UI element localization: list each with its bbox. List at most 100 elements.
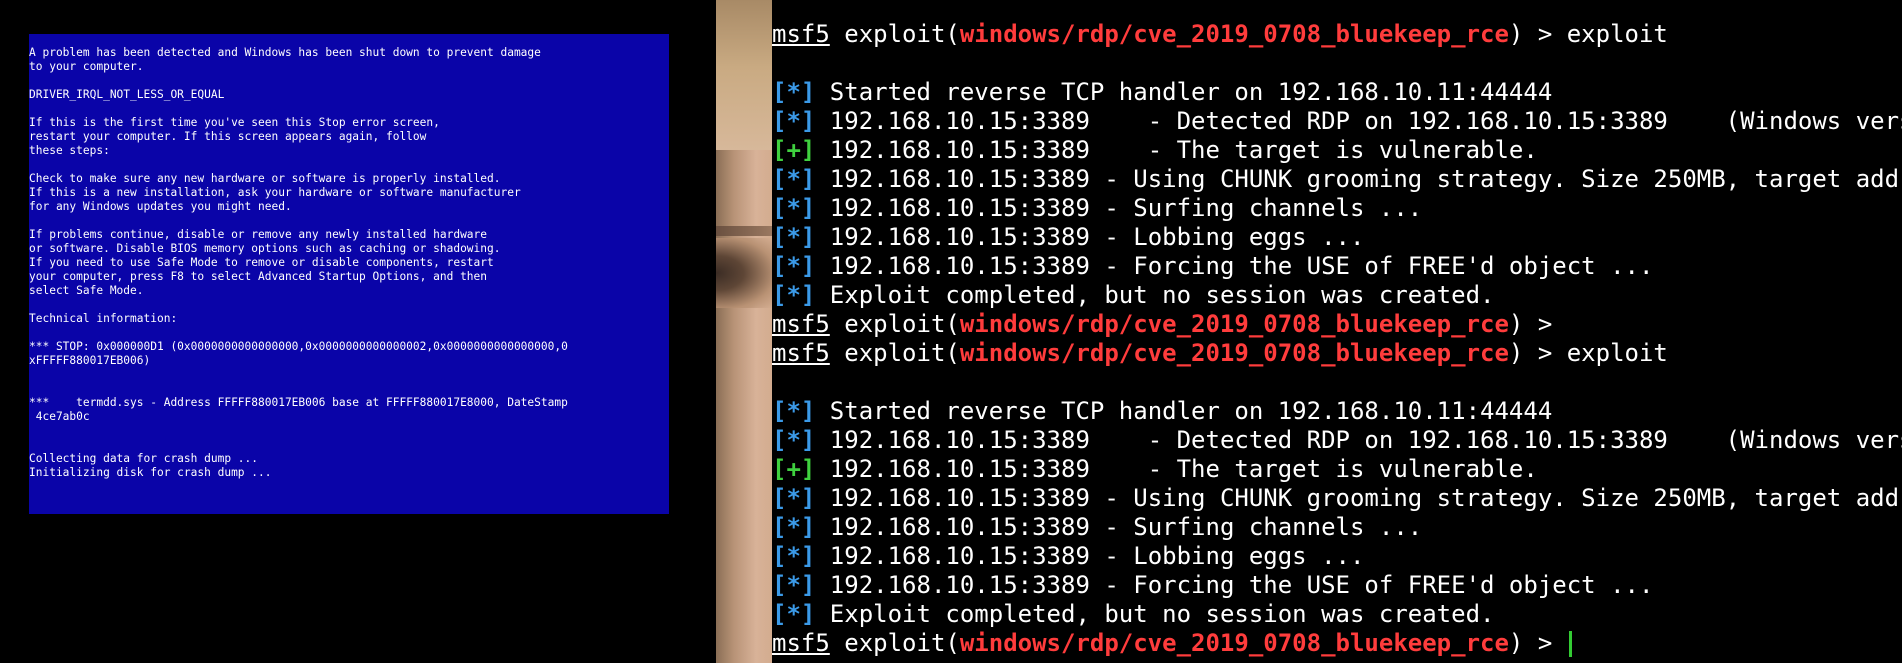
terminal-prompt-line: msf5 exploit(windows/rdp/cve_2019_0708_b… [772,20,1902,49]
message-text: 192.168.10.15:3389 - Forcing the USE of … [815,571,1654,599]
bsod-line [29,382,669,396]
bsod-line: restart your computer. If this screen ap… [29,130,427,143]
terminal-info-line: [*] Started reverse TCP handler on 192.1… [772,397,1902,426]
bsod-line [29,102,669,116]
terminal-success-line: [+] 192.168.10.15:3389 - The target is v… [772,136,1902,165]
status-tag: [*] [772,252,816,280]
status-tag: [*] [772,542,816,570]
message-text: 192.168.10.15:3389 - The target is vulne… [815,136,1538,164]
blue-screen-of-death: A problem has been detected and Windows … [29,34,669,514]
prompt-module: windows/rdp/cve_2019_0708_bluekeep_rce [959,629,1509,657]
terminal-prompt-line: msf5 exploit(windows/rdp/cve_2019_0708_b… [772,339,1902,368]
terminal-info-line: [*] Exploit completed, but no session wa… [772,281,1902,310]
status-tag: [*] [772,194,816,222]
eye-region [716,238,772,308]
message-text: 192.168.10.15:3389 - Lobbing eggs ... [815,223,1365,251]
bsod-line: your computer, press F8 to select Advanc… [29,270,488,283]
status-tag: [*] [772,107,816,135]
status-tag: [*] [772,600,816,628]
prompt-suffix: ) > [1508,310,1553,338]
prompt-suffix: ) > [1508,339,1553,367]
prompt-prefix: msf5 [772,20,830,48]
message-text: Exploit completed, but no session was cr… [815,600,1495,628]
terminal-success-line: [+] 192.168.10.15:3389 - The target is v… [772,455,1902,484]
message-text: 192.168.10.15:3389 - Lobbing eggs ... [815,542,1365,570]
terminal-prompt-line: msf5 exploit(windows/rdp/cve_2019_0708_b… [772,310,1902,339]
prompt-context: exploit( [829,339,960,367]
bsod-line: for any Windows updates you might need. [29,200,292,213]
message-text: Exploit completed, but no session was cr… [815,281,1495,309]
bsod-line: If you need to use Safe Mode to remove o… [29,256,494,269]
terminal-info-line: [*] 192.168.10.15:3389 - Detected RDP on… [772,426,1902,455]
message-text: 192.168.10.15:3389 - Using CHUNK groomin… [815,484,1902,512]
status-tag: [*] [772,484,816,512]
bsod-line: Collecting data for crash dump ... [29,452,259,465]
status-tag: [+] [772,455,816,483]
terminal-info-line: [*] 192.168.10.15:3389 - Detected RDP on… [772,107,1902,136]
prompt-suffix: ) > [1508,629,1553,657]
bsod-line: DRIVER_IRQL_NOT_LESS_OR_EQUAL [29,88,225,101]
status-tag: [*] [772,281,816,309]
terminal-window[interactable]: msf5 exploit(windows/rdp/cve_2019_0708_b… [772,0,1902,663]
terminal-info-line: [*] Started reverse TCP handler on 192.1… [772,78,1902,107]
bsod-line: If problems continue, disable or remove … [29,228,488,241]
prompt-module: windows/rdp/cve_2019_0708_bluekeep_rce [959,339,1509,367]
message-text: Started reverse TCP handler on 192.168.1… [815,397,1553,425]
prompt-module: windows/rdp/cve_2019_0708_bluekeep_rce [959,310,1509,338]
message-text: 192.168.10.15:3389 - Detected RDP on 192… [815,426,1902,454]
bsod-line [29,368,669,382]
bsod-line: to your computer. [29,60,144,73]
message-text: Started reverse TCP handler on 192.168.1… [815,78,1553,106]
bsod-line [29,298,669,312]
status-tag: [*] [772,165,816,193]
terminal-info-line: [*] 192.168.10.15:3389 - Lobbing eggs ..… [772,542,1902,571]
bsod-line: xFFFFF880017EB006) [29,354,151,367]
message-text: 192.168.10.15:3389 - Detected RDP on 192… [815,107,1902,135]
prompt-suffix: ) > [1508,20,1553,48]
message-text: 192.168.10.15:3389 - Surfing channels ..… [815,194,1423,222]
terminal-info-line: [*] 192.168.10.15:3389 - Using CHUNK gro… [772,484,1902,513]
bsod-line [29,326,669,340]
status-tag: [*] [772,78,816,106]
bsod-line: Technical information: [29,312,178,325]
bsod-line [29,74,669,88]
bsod-line [29,424,669,438]
status-tag: [*] [772,513,816,541]
terminal-info-line: [*] 192.168.10.15:3389 - Forcing the USE… [772,571,1902,600]
status-tag: [*] [772,223,816,251]
prompt-prefix: msf5 [772,339,830,367]
message-text: 192.168.10.15:3389 - The target is vulne… [815,455,1538,483]
prompt-prefix: msf5 [772,629,830,657]
bsod-line: select Safe Mode. [29,284,144,297]
status-tag: [+] [772,136,816,164]
terminal-info-line: [*] 192.168.10.15:3389 - Surfing channel… [772,194,1902,223]
bsod-line: *** STOP: 0x000000D1 (0x0000000000000000… [29,340,568,353]
bsod-line: If this is a new installation, ask your … [29,186,521,199]
prompt-command: exploit [1552,20,1668,48]
bsod-line [29,214,669,228]
bsod-line: or software. Disable BIOS memory options… [29,242,501,255]
text-cursor[interactable] [1568,631,1572,657]
terminal-info-line: [*] 192.168.10.15:3389 - Lobbing eggs ..… [772,223,1902,252]
status-tag: [*] [772,571,816,599]
prompt-context: exploit( [829,629,960,657]
prompt-prefix: msf5 [772,310,830,338]
bsod-line [29,438,669,452]
terminal-info-line: [*] 192.168.10.15:3389 - Using CHUNK gro… [772,165,1902,194]
bsod-line [29,158,669,172]
prompt-command [1552,629,1566,657]
bsod-line: A problem has been detected and Windows … [29,46,541,59]
prompt-context: exploit( [829,20,960,48]
bsod-line: Check to make sure any new hardware or s… [29,172,501,185]
terminal-info-line: [*] Exploit completed, but no session wa… [772,600,1902,629]
terminal-info-line: [*] 192.168.10.15:3389 - Surfing channel… [772,513,1902,542]
bsod-line: *** termdd.sys - Address FFFFF880017EB00… [29,396,568,409]
hair-region [716,0,772,150]
prompt-command: exploit [1552,339,1668,367]
photo-strip [716,0,772,663]
message-text: 192.168.10.15:3389 - Surfing channels ..… [815,513,1423,541]
terminal-info-line: [*] 192.168.10.15:3389 - Forcing the USE… [772,252,1902,281]
eyelid-region [716,226,772,236]
